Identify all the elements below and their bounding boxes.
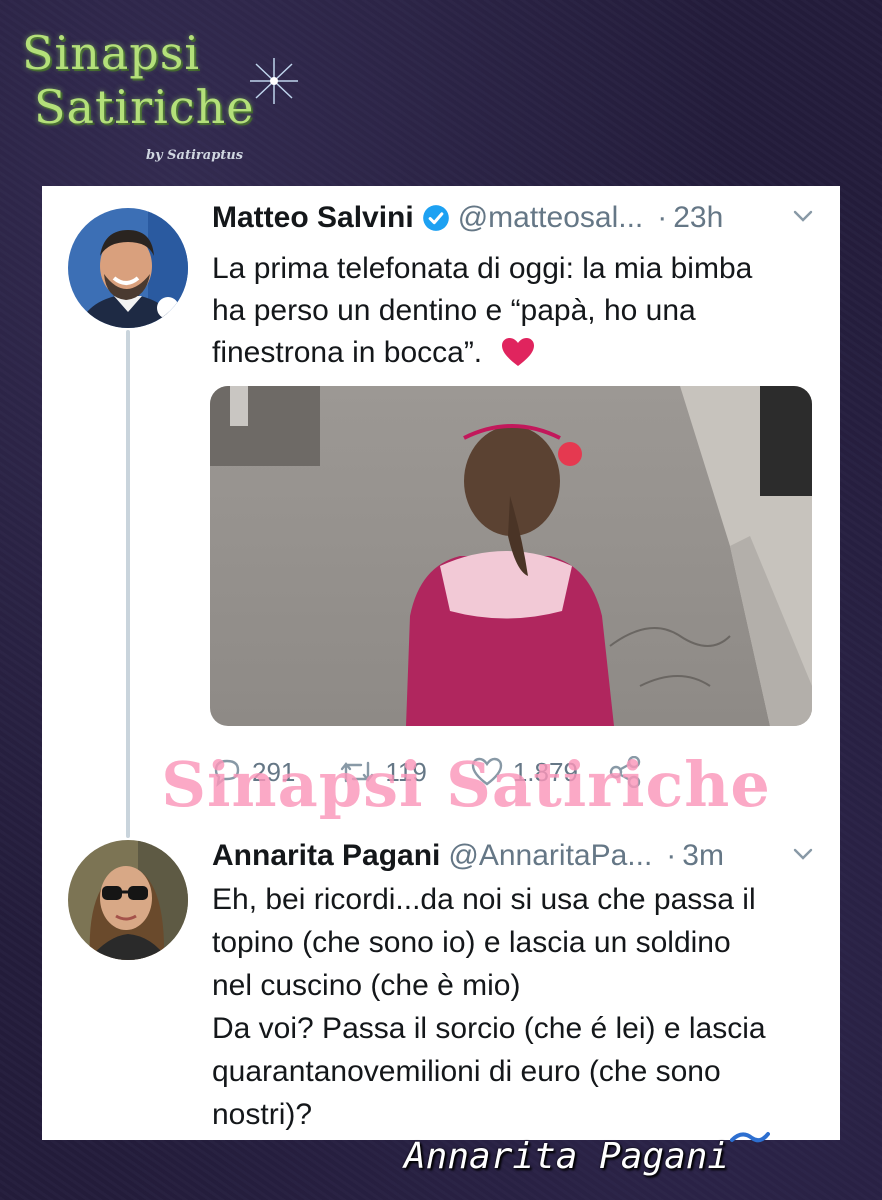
chevron-down-icon[interactable] bbox=[792, 208, 814, 224]
watermark-text: Sinapsi Satiriche bbox=[161, 748, 771, 821]
tweet-header: Matteo Salvini @matteosal... · 23h bbox=[212, 198, 814, 238]
thread-connector bbox=[126, 330, 130, 838]
tweet-body: La prima telefonata di oggi: la mia bimb… bbox=[212, 248, 752, 374]
verified-badge-icon bbox=[422, 205, 449, 231]
author-name[interactable]: Matteo Salvini bbox=[212, 201, 414, 235]
tweet-photo[interactable] bbox=[210, 386, 812, 726]
tweet-line: Eh, bei ricordi...da noi si usa che pass… bbox=[212, 883, 756, 916]
tweet-body: Eh, bei ricordi...da noi si usa che pass… bbox=[212, 878, 766, 1136]
author-handle[interactable]: @matteosal... bbox=[458, 201, 644, 235]
avatar-pagani[interactable] bbox=[68, 840, 188, 960]
avatar-salvini[interactable] bbox=[68, 208, 188, 328]
logo-byline: by Satiraptus bbox=[146, 148, 244, 163]
tweet-line: nostri)? bbox=[212, 1098, 313, 1131]
tweet-line: La prima telefonata di oggi: la mia bimb… bbox=[212, 252, 753, 285]
author-handle[interactable]: @AnnaritaPa... bbox=[448, 839, 652, 873]
tweet-header: Annarita Pagani @AnnaritaPa... · 3m bbox=[212, 836, 814, 876]
separator-dot: · bbox=[666, 839, 677, 872]
tweet-line: nel cuscino (che è mio) bbox=[212, 969, 521, 1002]
separator-dot: · bbox=[657, 201, 668, 234]
tweet-line: topino (che sono io) e lascia un soldino bbox=[212, 926, 731, 959]
sparkle-icon bbox=[250, 58, 298, 104]
author-name[interactable]: Annarita Pagani bbox=[212, 839, 440, 873]
logo-line1: Sinapsi bbox=[22, 26, 201, 80]
logo: Sinapsi Satiriche by Satiraptus bbox=[14, 18, 304, 178]
tweet-line: finestrona in bocca”. bbox=[212, 332, 752, 374]
tweet-time[interactable]: 3m bbox=[682, 839, 724, 873]
signature-caption: Annarita Pagani bbox=[404, 1136, 730, 1177]
scribble-mark bbox=[730, 1132, 770, 1143]
logo-line2: Satiriche bbox=[34, 80, 255, 134]
tweet-time[interactable]: 23h bbox=[673, 201, 723, 235]
chevron-down-icon[interactable] bbox=[792, 846, 814, 862]
tweet-line: ha perso un dentino e “papà, ho una bbox=[212, 294, 696, 327]
heart-emoji-icon bbox=[501, 338, 534, 366]
tweet-line: quarantanovemilioni di euro (che sono bbox=[212, 1055, 721, 1088]
tweet-line: Da voi? Passa il sorcio (che é lei) e la… bbox=[212, 1012, 766, 1045]
